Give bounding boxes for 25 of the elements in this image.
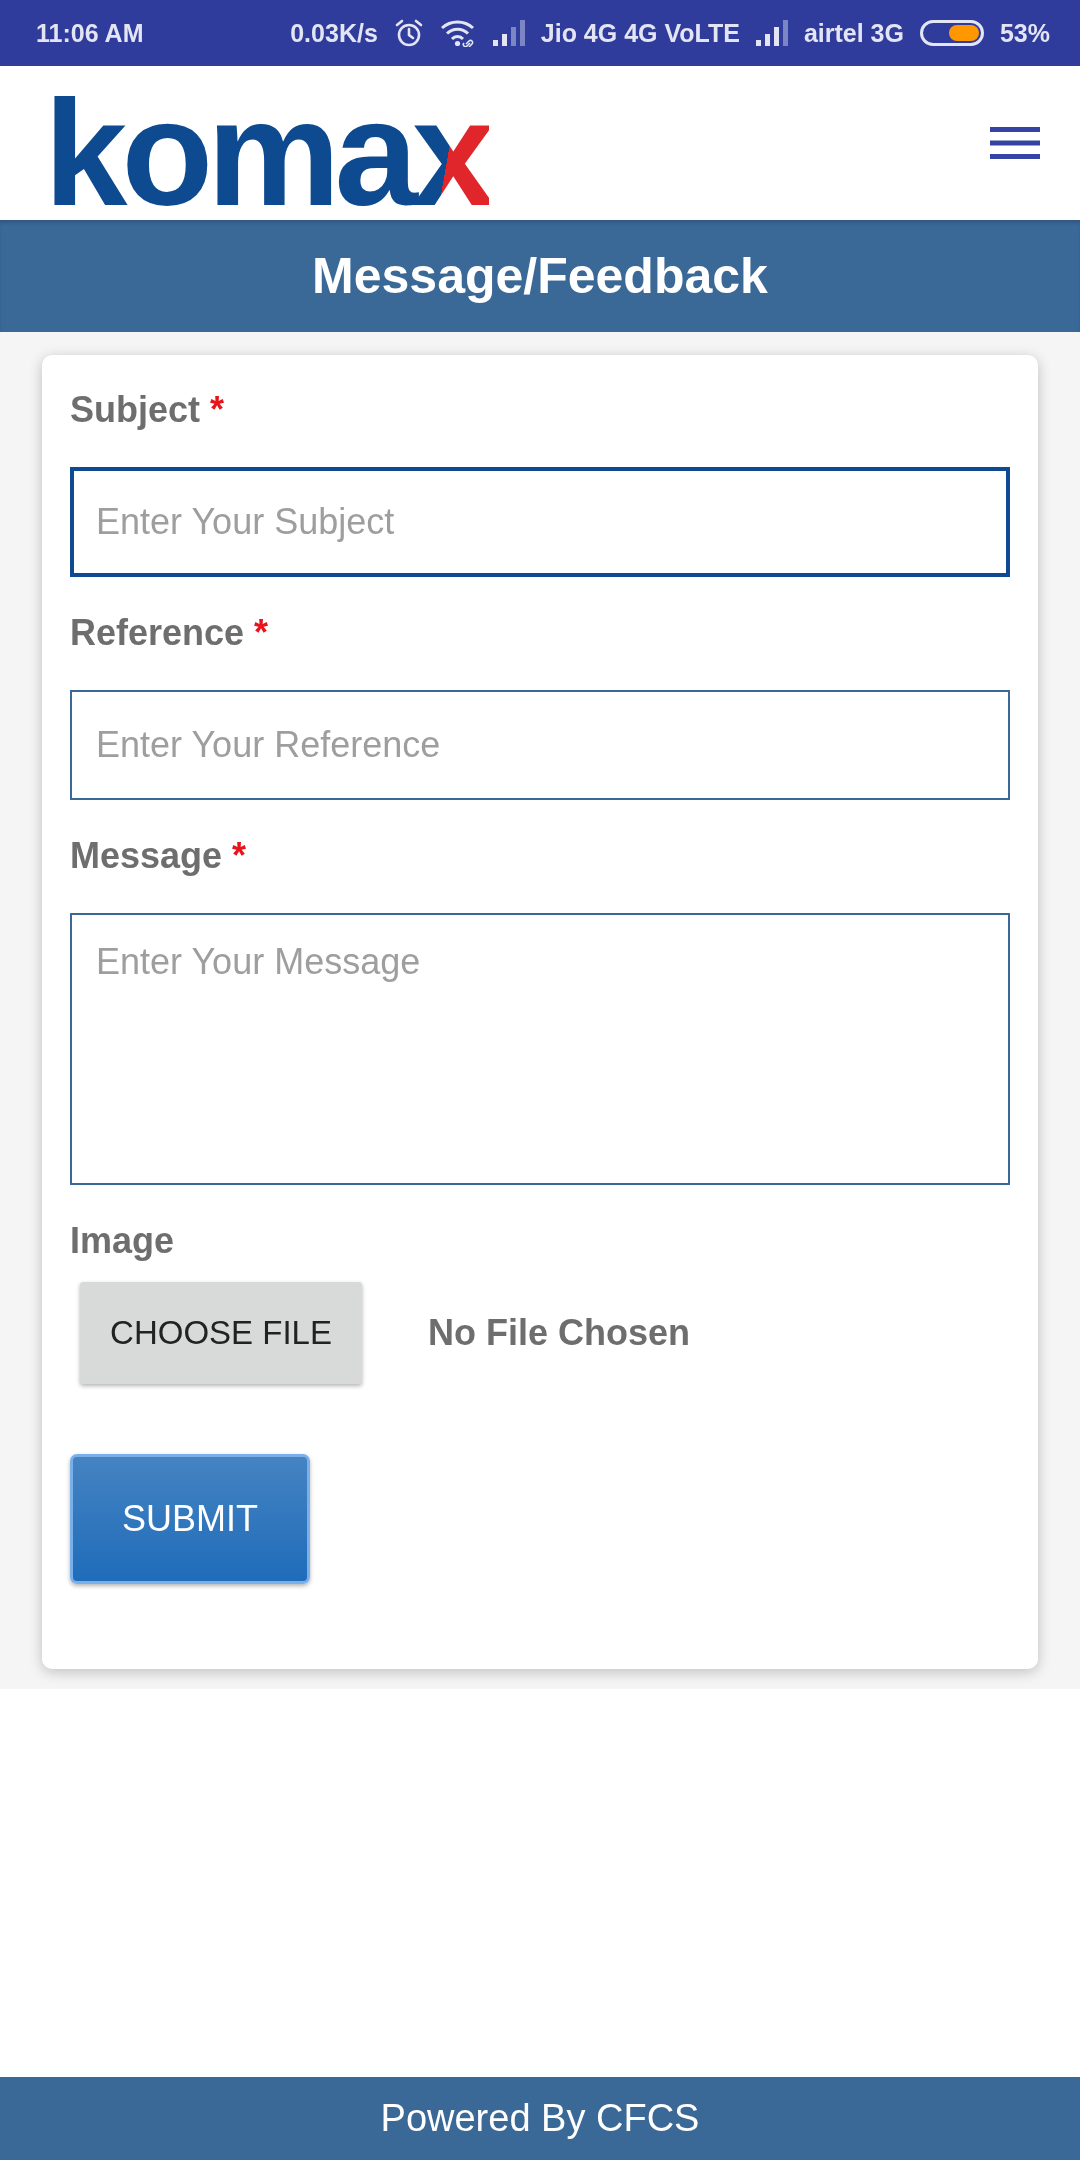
battery-percent: 53% bbox=[999, 18, 1050, 48]
carrier-label: Jio 4G 4G VoLTE bbox=[540, 18, 740, 48]
required-asterisk: * bbox=[254, 611, 269, 655]
submit-button[interactable]: SUBMIT bbox=[70, 1454, 310, 1584]
carrier-label: airtel 3G bbox=[803, 18, 904, 48]
file-status: No File Chosen bbox=[428, 1312, 691, 1354]
text-field[interactable]: Enter Your Subject bbox=[70, 467, 1010, 577]
page-title: Message/Feedback bbox=[312, 247, 768, 305]
message-field[interactable]: Enter Your Message bbox=[70, 913, 1010, 1185]
footer-text: Powered By CFCS bbox=[380, 2097, 700, 2140]
menu-icon[interactable] bbox=[990, 127, 1040, 159]
signal-icon bbox=[755, 20, 788, 46]
field-label: Message bbox=[70, 834, 223, 878]
battery-icon bbox=[919, 20, 984, 46]
field-label: Image bbox=[70, 1219, 175, 1263]
signal-icon bbox=[492, 20, 525, 46]
network-speed: 0.03K/s bbox=[290, 18, 378, 48]
required-asterisk: * bbox=[232, 834, 247, 878]
field-label: Reference bbox=[70, 611, 245, 655]
status-time: 11:06 AM bbox=[36, 18, 144, 48]
text-field[interactable]: Enter Your Reference bbox=[70, 690, 1010, 800]
choose-file-button[interactable]: CHOOSE FILE bbox=[80, 1282, 362, 1384]
required-asterisk: * bbox=[210, 388, 225, 432]
alarm-clock-icon bbox=[393, 18, 424, 48]
field-label: Subject bbox=[70, 388, 201, 432]
